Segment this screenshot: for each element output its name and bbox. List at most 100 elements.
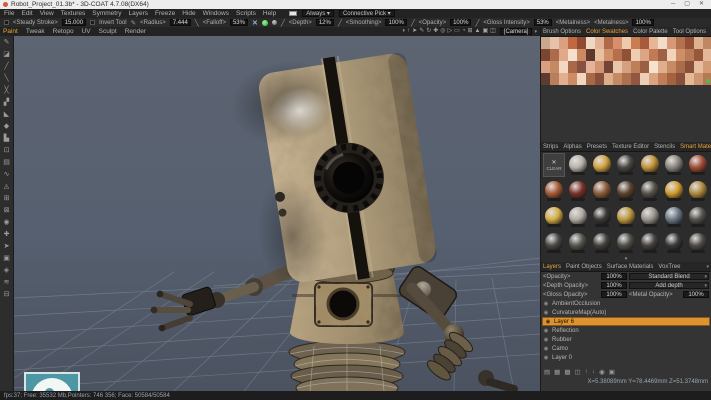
smart-material[interactable] bbox=[662, 204, 686, 230]
stamp-tool-icon[interactable]: ⊡ bbox=[4, 146, 10, 155]
opacity-pressure-icon[interactable]: ╱ bbox=[411, 19, 415, 27]
color-swatch[interactable] bbox=[550, 37, 559, 49]
smart-material[interactable] bbox=[686, 230, 710, 256]
delete-layer-icon[interactable]: ▦ bbox=[554, 368, 560, 376]
tab-surface-materials[interactable]: Surface Materials bbox=[607, 264, 654, 270]
color-swatch[interactable] bbox=[667, 37, 676, 49]
color-swatch[interactable] bbox=[595, 61, 604, 73]
tab-alphas[interactable]: Alphas bbox=[563, 144, 581, 150]
layer-visibility-icon[interactable]: ◉ bbox=[543, 355, 549, 361]
menu-scripts[interactable]: Scripts bbox=[236, 10, 256, 17]
color-swatch[interactable] bbox=[550, 61, 559, 73]
color-swatch[interactable] bbox=[694, 37, 703, 49]
color-swatch[interactable] bbox=[550, 49, 559, 61]
hatch-tool-icon[interactable]: ▞ bbox=[4, 98, 9, 107]
metal-opacity-value[interactable]: 100% bbox=[683, 291, 709, 298]
minimize-button[interactable]: ─ bbox=[671, 0, 675, 9]
frame-icon[interactable]: ▣ bbox=[482, 27, 488, 36]
color-swatch[interactable] bbox=[685, 37, 694, 49]
smart-material[interactable] bbox=[638, 152, 662, 178]
clone-tool-icon[interactable]: ◉ bbox=[3, 218, 9, 227]
depth-mode-dropdown[interactable]: Add depth▾ bbox=[629, 282, 709, 289]
tab-uv[interactable]: UV bbox=[82, 28, 91, 35]
tab-sculpt[interactable]: Sculpt bbox=[99, 28, 117, 35]
color-swatch[interactable] bbox=[568, 73, 577, 85]
rotate-view-icon[interactable]: ↻ bbox=[426, 27, 431, 36]
select-tool-icon[interactable]: ⊠ bbox=[4, 206, 10, 215]
color-swatch[interactable] bbox=[658, 49, 667, 61]
layer-visibility-icon[interactable]: ◉ bbox=[543, 346, 549, 352]
smart-material[interactable] bbox=[614, 230, 638, 256]
wedge-tool-icon[interactable]: ◣ bbox=[4, 110, 9, 119]
color-swatch[interactable] bbox=[631, 37, 640, 49]
pointer-tool-icon[interactable]: ➤ bbox=[4, 242, 10, 251]
tab-texture-editor[interactable]: Texture Editor bbox=[612, 144, 649, 150]
menu-freeze[interactable]: Freeze bbox=[155, 10, 175, 17]
palette-chip-icon[interactable] bbox=[289, 11, 297, 16]
tab-layers[interactable]: Layers bbox=[543, 264, 561, 270]
radius-value[interactable]: 7.444 bbox=[170, 19, 191, 26]
color-swatch[interactable] bbox=[622, 61, 631, 73]
layer-row[interactable]: ◉AmbientOcclusion bbox=[541, 299, 711, 308]
color-swatch[interactable] bbox=[640, 49, 649, 61]
layer-row[interactable]: ◉Layer 6 bbox=[542, 317, 710, 326]
color-swatch[interactable] bbox=[595, 37, 604, 49]
color-swatch[interactable] bbox=[568, 37, 577, 49]
camera-dropdown[interactable]: [Camera] bbox=[500, 28, 533, 35]
cursor-icon[interactable]: ➤ bbox=[412, 27, 417, 36]
smart-material[interactable] bbox=[638, 178, 662, 204]
subtract-tool-icon[interactable]: ⊟ bbox=[4, 290, 10, 299]
close-button[interactable]: ✕ bbox=[699, 0, 704, 9]
tab-retopo[interactable]: Retopo bbox=[53, 28, 74, 35]
menu-layers[interactable]: Layers bbox=[129, 10, 149, 17]
smart-material[interactable] bbox=[662, 230, 686, 256]
fill-tool-icon[interactable]: ◪ bbox=[3, 50, 10, 59]
smart-material[interactable] bbox=[662, 152, 686, 178]
wave-tool-icon[interactable]: ≋ bbox=[4, 278, 10, 287]
duplicate-layer-icon[interactable]: ▩ bbox=[564, 368, 570, 376]
color-swatch[interactable] bbox=[568, 61, 577, 73]
color-swatch[interactable] bbox=[631, 61, 640, 73]
color-swatch[interactable] bbox=[559, 49, 568, 61]
layer-folder-icon[interactable]: ▣ bbox=[609, 368, 615, 376]
layer-row[interactable]: ◉CurvatureMap(Auto) bbox=[541, 308, 711, 317]
prism-tool-icon[interactable]: ◬ bbox=[4, 182, 9, 191]
color-swatch[interactable] bbox=[694, 73, 703, 85]
always-dropdown[interactable]: Always ▾ bbox=[302, 10, 334, 17]
smart-material[interactable] bbox=[566, 152, 590, 178]
tab-paint-objects[interactable]: Paint Objects bbox=[566, 264, 602, 270]
color-swatch[interactable] bbox=[676, 61, 685, 73]
move-layer-up-icon[interactable]: ↑ bbox=[585, 368, 588, 376]
color-swatch[interactable] bbox=[640, 73, 649, 85]
brush-tool-icon[interactable]: ✎ bbox=[4, 38, 10, 47]
edit-icon[interactable]: ✎ bbox=[419, 27, 424, 36]
color-swatch[interactable] bbox=[694, 61, 703, 73]
split-frame-icon[interactable]: ◫ bbox=[490, 27, 496, 36]
color-swatch[interactable] bbox=[631, 73, 640, 85]
line-tool-icon[interactable]: ╱ bbox=[4, 62, 8, 71]
color-swatch[interactable] bbox=[667, 73, 676, 85]
layer-opacity-value[interactable]: 100% bbox=[601, 273, 627, 280]
color-swatch[interactable] bbox=[667, 49, 676, 61]
menu-view[interactable]: View bbox=[40, 10, 54, 17]
color-swatch[interactable] bbox=[694, 49, 703, 61]
tab-strips[interactable]: Strips bbox=[543, 144, 558, 150]
layer-row[interactable]: ◉Rubber bbox=[541, 335, 711, 344]
color-swatch[interactable] bbox=[550, 73, 559, 85]
gloss-pressure-icon[interactable]: ╱ bbox=[475, 19, 479, 27]
tab-brush-options[interactable]: Brush Options bbox=[543, 29, 581, 35]
color-swatch[interactable] bbox=[568, 49, 577, 61]
tab-color-swatches[interactable]: Color Swatches bbox=[586, 29, 628, 35]
smart-material[interactable] bbox=[542, 178, 566, 204]
figure-icon[interactable]: ▲ bbox=[475, 27, 481, 36]
color-swatch[interactable] bbox=[658, 73, 667, 85]
depth-pressure-icon[interactable]: ╱ bbox=[281, 19, 285, 27]
color-swatch[interactable] bbox=[640, 61, 649, 73]
camera-dropdown-arrow[interactable]: ▾ bbox=[534, 29, 537, 35]
gradient-tool-icon[interactable]: ▙ bbox=[4, 134, 9, 143]
color-swatch[interactable] bbox=[631, 49, 640, 61]
color-swatch[interactable] bbox=[685, 73, 694, 85]
color-swatch[interactable] bbox=[613, 37, 622, 49]
color-swatch[interactable] bbox=[586, 49, 595, 61]
color-swatch[interactable] bbox=[577, 73, 586, 85]
